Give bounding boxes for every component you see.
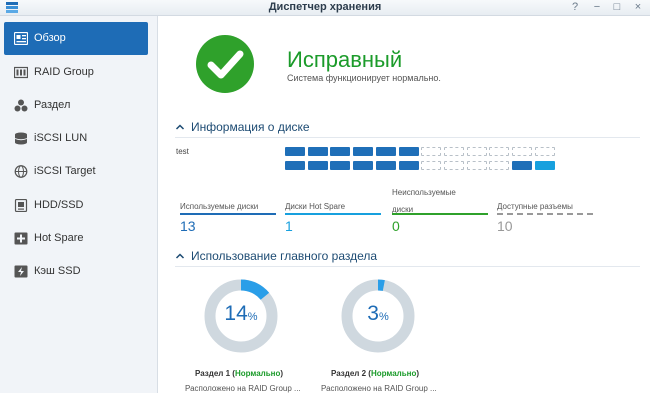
sidebar-item-iscsi-target[interactable]: iSCSI Target xyxy=(4,155,148,188)
disk-slot-empty[interactable] xyxy=(466,161,487,170)
volume-1-usage-donut[interactable]: 14% xyxy=(203,278,279,362)
disk-slot-empty[interactable] xyxy=(421,161,442,170)
stat-value: 10 xyxy=(497,218,513,234)
health-status-description: Система функционирует нормально. xyxy=(287,73,441,83)
section-divider xyxy=(175,266,640,267)
disk-slot-empty[interactable] xyxy=(443,147,464,156)
disk-slot-used[interactable] xyxy=(398,147,419,156)
iscsi-target-icon xyxy=(14,165,28,178)
disk-slot-used[interactable] xyxy=(307,147,328,156)
storage-unit-name: test xyxy=(176,147,189,156)
hot-spare-icon xyxy=(14,232,28,245)
disk-slot-used[interactable] xyxy=(375,161,396,170)
disk-slot-used[interactable] xyxy=(512,161,532,170)
volume-name: Раздел 2 xyxy=(331,369,367,378)
disk-info-section-header[interactable]: Информация о диске xyxy=(175,120,640,136)
volume-icon xyxy=(14,99,28,112)
disk-slot-spare[interactable] xyxy=(534,161,555,170)
stat-underline xyxy=(392,213,488,215)
volume-1-title[interactable]: Раздел 1 (Нормально) xyxy=(195,369,283,378)
chevron-up-icon[interactable] xyxy=(175,251,185,261)
stat-value: 0 xyxy=(392,218,400,234)
volume-status: Нормально xyxy=(234,369,281,378)
disk-slot-empty[interactable] xyxy=(421,147,442,156)
volume-2-location: Расположено на RAID Group ... xyxy=(321,384,437,393)
disk-slot-used[interactable] xyxy=(375,147,396,156)
percent-value: 3 xyxy=(367,302,379,325)
disk-slot-empty[interactable] xyxy=(489,161,510,170)
disk-slot-used[interactable] xyxy=(307,161,328,170)
stat-underline xyxy=(497,213,593,215)
disk-slot-used[interactable] xyxy=(330,161,351,170)
volume-status: Нормально xyxy=(370,369,417,378)
stat-underline xyxy=(285,213,381,215)
disk-slot-used[interactable] xyxy=(353,161,374,170)
sidebar-item-label: Раздел xyxy=(34,99,71,111)
volume-2-title[interactable]: Раздел 2 (Нормально) xyxy=(331,369,419,378)
sidebar-item-hdd-ssd[interactable]: HDD/SSD xyxy=(4,189,148,222)
overview-panel: Исправный Система функционирует нормальн… xyxy=(159,16,650,393)
status-ok-icon xyxy=(196,35,254,93)
section-title: Информация о диске xyxy=(191,120,310,134)
volume-1-location: Расположено на RAID Group ... xyxy=(185,384,301,393)
sidebar-item-label: RAID Group xyxy=(34,66,94,78)
stat-label: Используемые диски xyxy=(180,202,259,211)
volume-usage-section-header[interactable]: Использование главного раздела xyxy=(175,249,640,265)
disk-slot-used[interactable] xyxy=(330,147,351,156)
window-title: Диспетчер хранения xyxy=(268,1,382,13)
sidebar-item-label: iSCSI LUN xyxy=(34,132,88,144)
window-titlebar: Диспетчер хранения ? − □ × xyxy=(0,0,650,16)
stat-label: Доступные разъемы xyxy=(497,202,573,211)
stat-underline xyxy=(180,213,276,215)
ssd-cache-icon xyxy=(14,265,28,278)
section-title: Использование главного раздела xyxy=(191,249,378,263)
sidebar-item-label: Кэш SSD xyxy=(34,265,81,277)
sidebar-item-label: HDD/SSD xyxy=(34,199,84,211)
chevron-up-icon[interactable] xyxy=(175,122,185,132)
stat-value: 1 xyxy=(285,218,293,234)
help-button[interactable]: ? xyxy=(568,1,582,13)
sidebar-item-iscsi-lun[interactable]: iSCSI LUN xyxy=(4,122,148,155)
disk-slot-empty[interactable] xyxy=(512,147,532,156)
volume-usage-percent: 3% xyxy=(340,302,416,326)
disk-slot-empty[interactable] xyxy=(534,147,555,156)
sidebar-item-label: iSCSI Target xyxy=(34,165,96,177)
disk-slot-used[interactable] xyxy=(353,147,374,156)
disk-slot-used[interactable] xyxy=(398,161,419,170)
sidebar-item-hot-spare[interactable]: Hot Spare xyxy=(4,222,148,255)
volume-name: Раздел 1 xyxy=(195,369,231,378)
minimize-button[interactable]: − xyxy=(590,1,604,13)
sidebar-item-raid-group[interactable]: RAID Group xyxy=(4,56,148,89)
volume-2-usage-donut[interactable]: 3% xyxy=(340,278,416,362)
stat-label: Диски Hot Spare xyxy=(285,202,346,211)
volume-usage-percent: 14% xyxy=(203,302,279,326)
overview-icon xyxy=(14,32,28,45)
disk-slot-empty[interactable] xyxy=(466,147,487,156)
disk-slot-used[interactable] xyxy=(285,147,305,156)
disk-slot-used[interactable] xyxy=(285,161,305,170)
section-divider xyxy=(175,137,640,138)
health-status-title: Исправный xyxy=(287,47,403,72)
raid-group-icon xyxy=(14,66,28,79)
checkmark-icon xyxy=(207,50,244,79)
sidebar-item-label: Обзор xyxy=(34,32,66,44)
sidebar-item-label: Hot Spare xyxy=(34,232,84,244)
stat-value: 13 xyxy=(180,218,196,234)
percent-value: 14 xyxy=(224,302,248,325)
hdd-icon xyxy=(14,199,28,212)
disk-slot-empty[interactable] xyxy=(443,161,464,170)
percent-sign: % xyxy=(247,311,258,323)
maximize-button[interactable]: □ xyxy=(610,1,624,13)
disk-slot-empty[interactable] xyxy=(489,147,510,156)
close-button[interactable]: × xyxy=(631,1,645,13)
sidebar-item-ssd-cache[interactable]: Кэш SSD xyxy=(4,255,148,288)
iscsi-lun-icon xyxy=(14,132,28,145)
sidebar-item-volume[interactable]: Раздел xyxy=(4,89,148,122)
sidebar: Обзор RAID Group Раздел iSCSI LUN iSCSI … xyxy=(0,16,158,393)
sidebar-item-overview[interactable]: Обзор xyxy=(4,22,148,55)
percent-sign: % xyxy=(378,311,389,323)
